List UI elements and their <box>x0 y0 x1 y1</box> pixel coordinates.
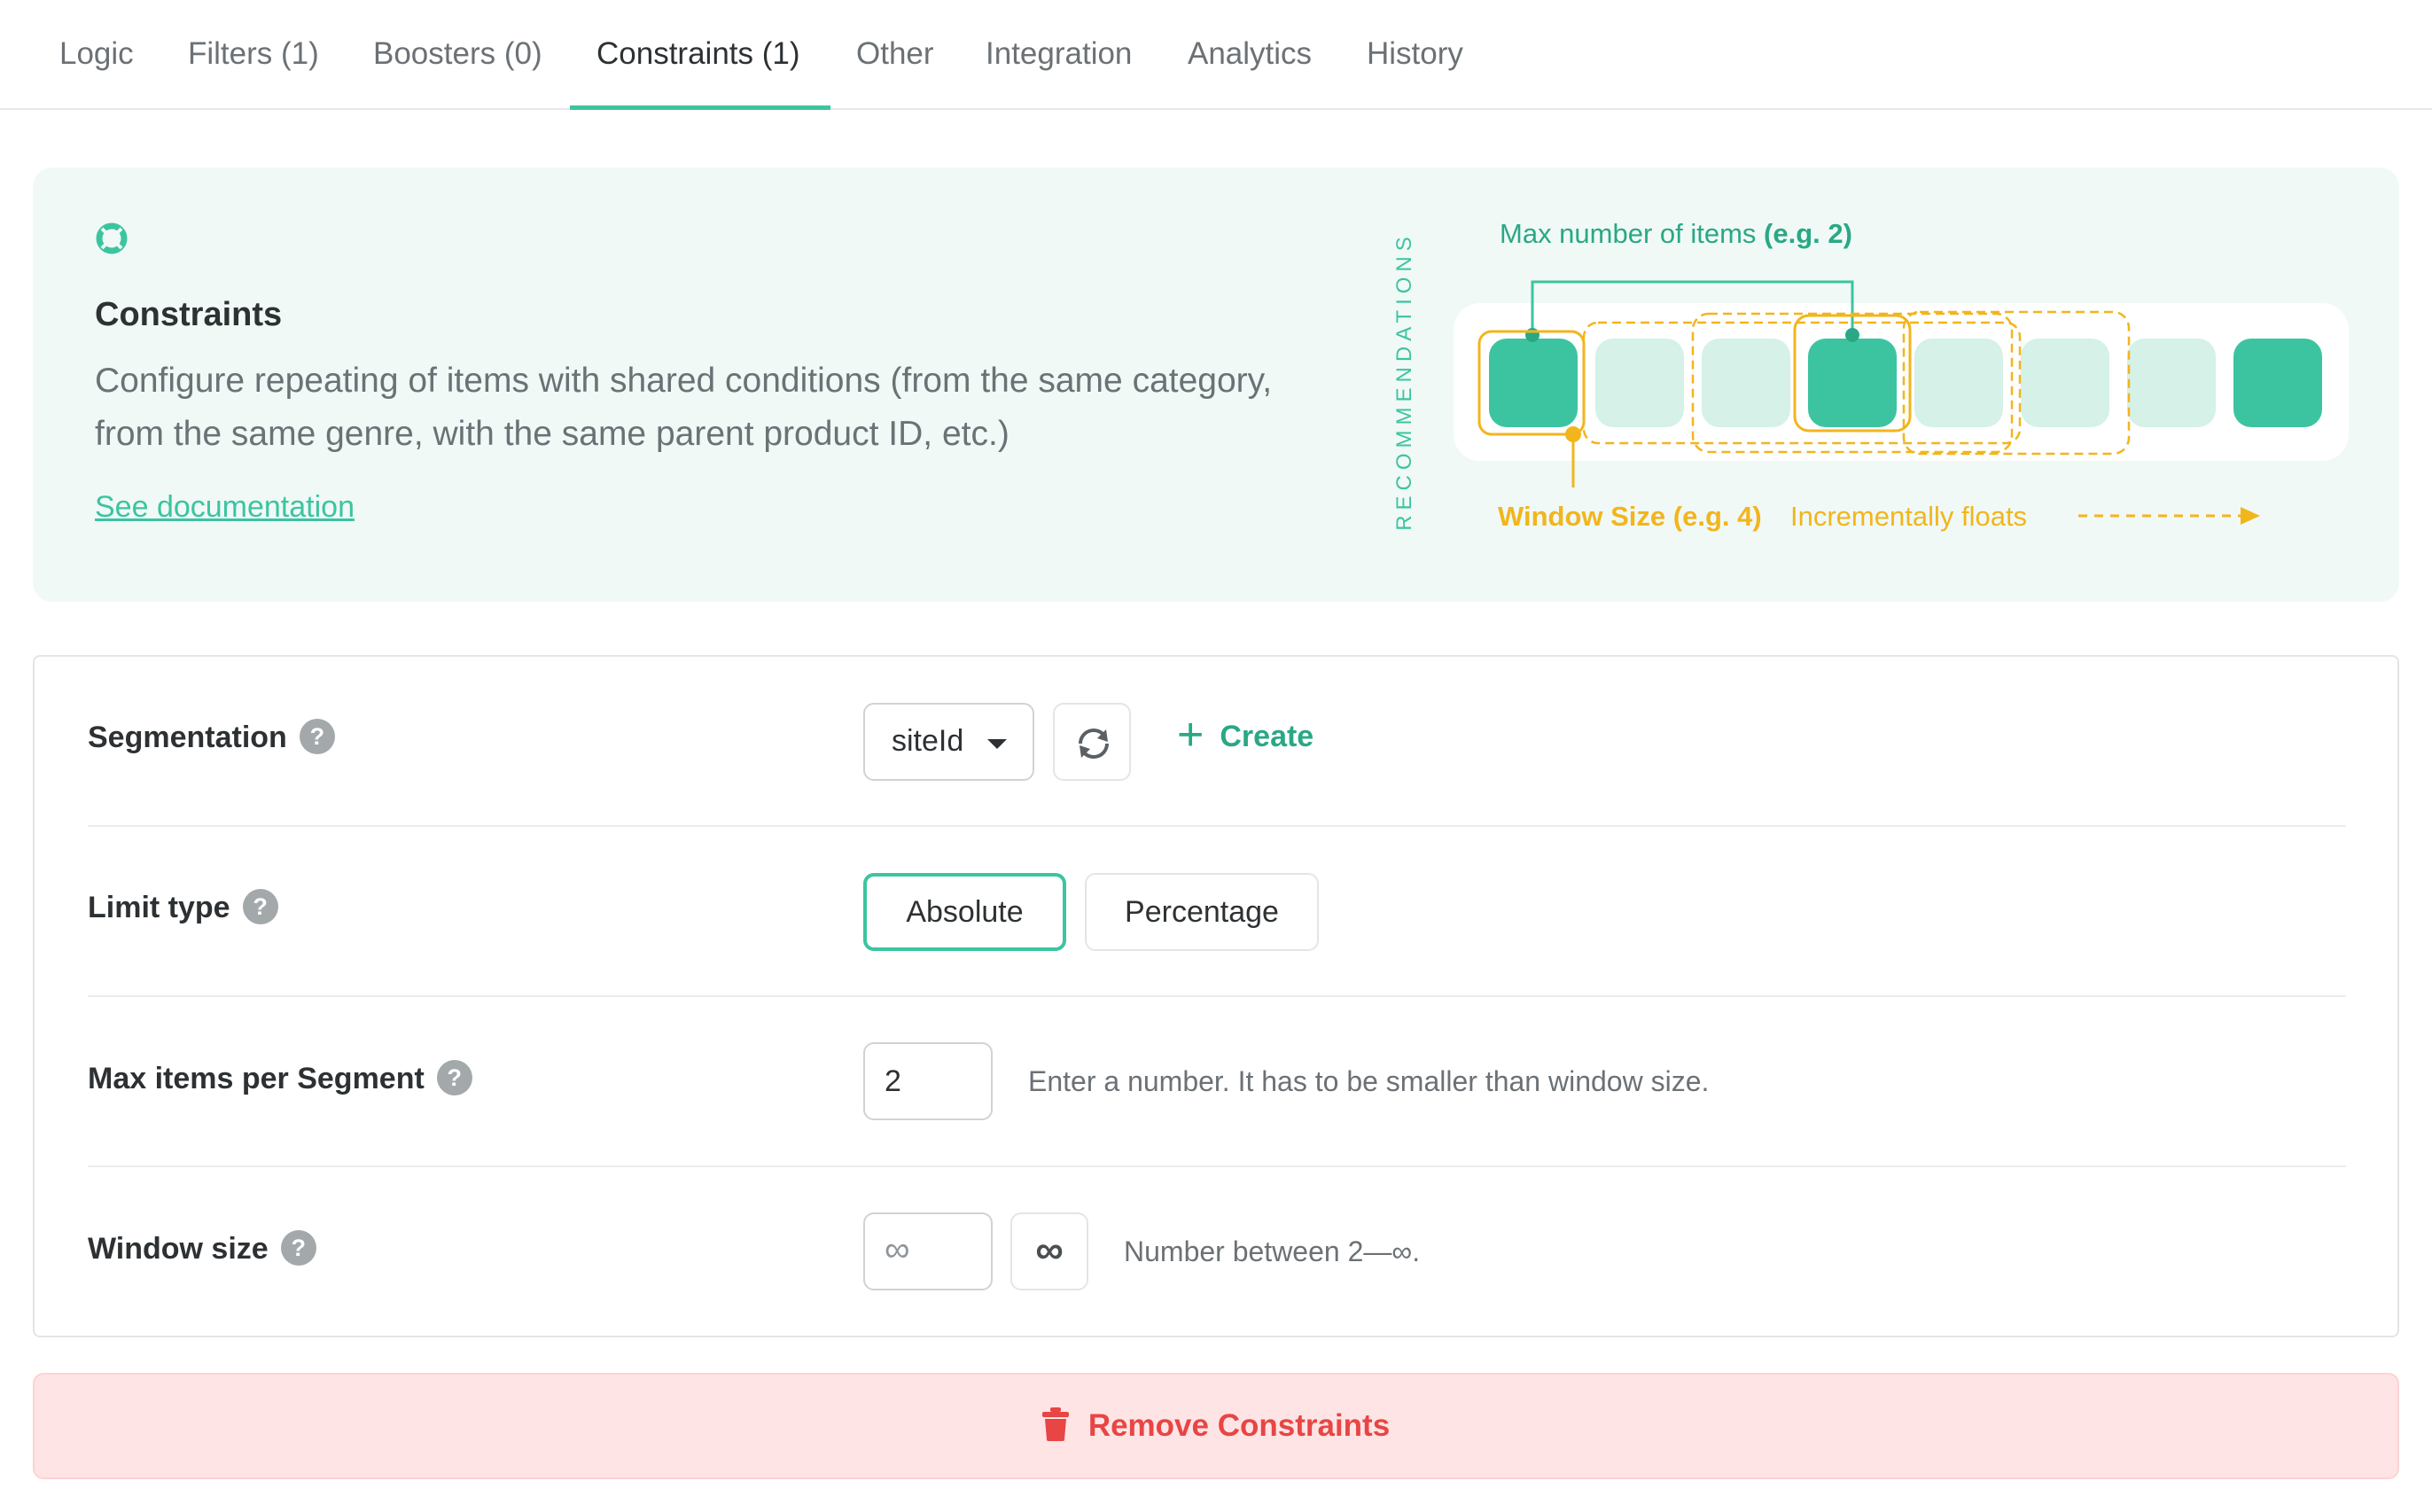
trash-icon <box>1041 1407 1069 1441</box>
diagram-item <box>1702 339 1790 427</box>
window-size-field-label: Window size? <box>88 1230 316 1268</box>
window-size-label: Window Size (e.g. 4) <box>1498 501 1762 532</box>
diagram-item <box>1595 339 1684 427</box>
help-icon[interactable]: ? <box>436 1060 472 1096</box>
help-icon[interactable]: ? <box>280 1230 316 1266</box>
refresh-button[interactable] <box>1053 703 1131 781</box>
diagram-item-highlighted <box>2233 339 2322 427</box>
remove-constraints-button[interactable]: Remove Constraints <box>33 1373 2399 1479</box>
max-items-input[interactable] <box>863 1042 993 1120</box>
diagram-item-highlighted <box>1489 339 1578 427</box>
limit-type-absolute[interactable]: Absolute <box>863 873 1066 951</box>
constraints-diagram <box>1454 280 2349 525</box>
tab-other[interactable]: Other <box>856 0 934 110</box>
tab-boosters[interactable]: Boosters (0) <box>373 0 542 110</box>
infinity-button[interactable]: ∞ <box>1010 1212 1088 1290</box>
help-icon[interactable]: ? <box>299 719 335 755</box>
tab-constraints[interactable]: Constraints (1) <box>596 0 800 110</box>
diagram-item-highlighted <box>1808 339 1897 427</box>
plus-icon: + <box>1177 709 1204 760</box>
tab-analytics[interactable]: Analytics <box>1188 0 1312 110</box>
refresh-icon <box>1079 729 1109 759</box>
active-tab-indicator <box>570 105 830 110</box>
diagram-item <box>2021 339 2109 427</box>
max-items-per-segment-label: Max items per Segment? <box>88 1060 472 1098</box>
documentation-link[interactable]: See documentation <box>95 490 355 525</box>
max-items-hint: Enter a number. It has to be smaller tha… <box>1028 1065 1710 1097</box>
info-description: Configure repeating of items with shared… <box>95 362 1273 453</box>
incrementally-floats-label: Incrementally floats <box>1790 501 2028 532</box>
row-divider <box>88 995 2346 997</box>
recommendations-label: RECOMMENDATIONS <box>1392 231 1416 531</box>
tab-logic[interactable]: Logic <box>59 0 134 110</box>
info-title: Constraints <box>95 296 283 333</box>
row-divider <box>88 825 2346 827</box>
caret-down-icon <box>987 739 1007 749</box>
create-segmentation-button[interactable]: + Create <box>1177 712 1313 765</box>
segmentation-label: Segmentation? <box>88 719 335 757</box>
limit-type-label: Limit type? <box>88 889 278 927</box>
row-divider <box>88 1165 2346 1167</box>
window-size-input[interactable] <box>863 1212 993 1290</box>
help-icon[interactable]: ? <box>242 889 278 925</box>
max-items-label: Max number of items (e.g. 2) <box>1500 218 1852 249</box>
limit-type-percentage[interactable]: Percentage <box>1085 873 1319 951</box>
tab-integration[interactable]: Integration <box>986 0 1132 110</box>
window-size-hint: Number between 2—∞. <box>1124 1235 1421 1267</box>
tab-history[interactable]: History <box>1367 0 1463 110</box>
remove-constraints-label: Remove Constraints <box>1087 1408 1391 1443</box>
tab-bar: Logic Filters (1) Boosters (0) Constrain… <box>0 0 2432 110</box>
diagram-item <box>2127 339 2216 427</box>
tab-filters[interactable]: Filters (1) <box>188 0 319 110</box>
diagram-item <box>1914 339 2003 427</box>
segmentation-select[interactable]: siteId <box>863 703 1034 781</box>
lifebuoy-icon <box>96 222 128 254</box>
